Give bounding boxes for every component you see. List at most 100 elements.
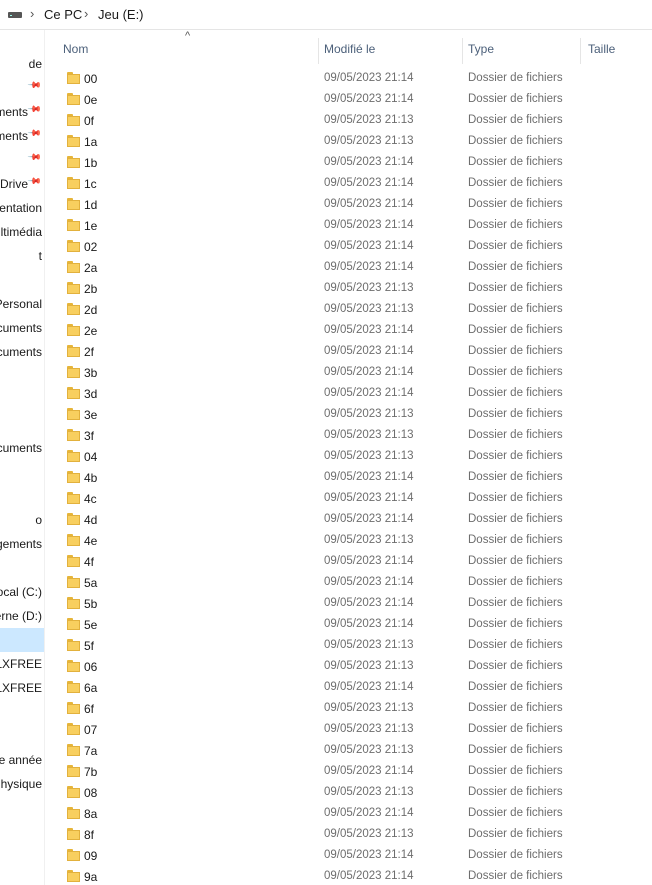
file-row[interactable]: 1d 09/05/2023 21:14 Dossier de fichiers <box>45 194 652 215</box>
nav-item[interactable] <box>0 484 44 508</box>
file-row[interactable]: 9a 09/05/2023 21:14 Dossier de fichiers <box>45 866 652 885</box>
file-row[interactable]: 7a 09/05/2023 21:13 Dossier de fichiers <box>45 740 652 761</box>
column-divider[interactable] <box>580 38 581 64</box>
nav-item[interactable]: Documents <box>0 436 44 460</box>
column-header-type[interactable]: Type <box>468 42 494 56</box>
column-divider[interactable] <box>462 38 463 64</box>
file-row[interactable]: 06 09/05/2023 21:13 Dossier de fichiers <box>45 656 652 677</box>
nav-item[interactable] <box>0 268 44 292</box>
file-name: 3b <box>84 366 98 380</box>
column-header-modified[interactable]: Modifié le <box>324 42 375 56</box>
file-row[interactable]: 3e 09/05/2023 21:13 Dossier de fichiers <box>45 404 652 425</box>
file-row[interactable]: 2e 09/05/2023 21:14 Dossier de fichiers <box>45 320 652 341</box>
file-modified-date: 09/05/2023 21:14 <box>324 618 414 630</box>
file-row[interactable]: 0e 09/05/2023 21:14 Dossier de fichiers <box>45 89 652 110</box>
file-row[interactable]: 1e 09/05/2023 21:14 Dossier de fichiers <box>45 215 652 236</box>
file-row[interactable]: 00 09/05/2023 21:14 Dossier de fichiers <box>45 68 652 89</box>
file-row[interactable]: 0f 09/05/2023 21:13 Dossier de fichiers <box>45 110 652 131</box>
pin-icon[interactable]: 📌 <box>27 78 42 94</box>
nav-item[interactable]: Documents <box>0 316 44 340</box>
file-row[interactable]: 2b 09/05/2023 21:13 Dossier de fichiers <box>45 278 652 299</box>
file-row[interactable]: 8f 09/05/2023 21:13 Dossier de fichiers <box>45 824 652 845</box>
nav-item[interactable]: 📌 <box>0 148 44 172</box>
file-row[interactable]: 5b 09/05/2023 21:14 Dossier de fichiers <box>45 593 652 614</box>
chevron-right-icon[interactable]: › <box>84 6 88 21</box>
nav-item[interactable]: 📌 <box>0 76 44 100</box>
file-row[interactable]: 4e 09/05/2023 21:13 Dossier de fichiers <box>45 530 652 551</box>
file-row[interactable]: 3b 09/05/2023 21:14 Dossier de fichiers <box>45 362 652 383</box>
pin-icon[interactable]: 📌 <box>27 174 42 190</box>
file-row[interactable]: 3f 09/05/2023 21:13 Dossier de fichiers <box>45 425 652 446</box>
file-modified-date: 09/05/2023 21:14 <box>324 471 414 483</box>
nav-item[interactable] <box>0 556 44 580</box>
file-row[interactable]: 4b 09/05/2023 21:14 Dossier de fichiers <box>45 467 652 488</box>
file-row[interactable]: 07 09/05/2023 21:13 Dossier de fichiers <box>45 719 652 740</box>
chevron-right-icon[interactable]: › <box>30 6 34 21</box>
nav-item[interactable]: Projet de expérimentation <box>0 196 44 220</box>
nav-item[interactable] <box>0 412 44 436</box>
file-name: 4d <box>84 513 98 527</box>
nav-item-label: t <box>38 249 42 263</box>
nav-item[interactable]: Téléchargements <box>0 532 44 556</box>
file-name: 4e <box>84 534 98 548</box>
nav-item[interactable] <box>0 724 44 748</box>
nav-item[interactable] <box>0 388 44 412</box>
file-row[interactable]: 4d 09/05/2023 21:14 Dossier de fichiers <box>45 509 652 530</box>
pin-icon[interactable]: 📌 <box>27 126 42 142</box>
file-row[interactable]: 4c 09/05/2023 21:14 Dossier de fichiers <box>45 488 652 509</box>
file-row[interactable]: 2d 09/05/2023 21:13 Dossier de fichiers <box>45 299 652 320</box>
pin-icon[interactable]: 📌 <box>27 150 42 166</box>
file-row[interactable]: 1c 09/05/2023 21:14 Dossier de fichiers <box>45 173 652 194</box>
nav-item[interactable] <box>0 628 44 652</box>
file-row[interactable]: 5e 09/05/2023 21:14 Dossier de fichiers <box>45 614 652 635</box>
folder-icon <box>67 198 80 210</box>
file-row[interactable]: 2a 09/05/2023 21:14 Dossier de fichiers <box>45 257 652 278</box>
nav-item[interactable]: o <box>0 508 44 532</box>
column-divider[interactable] <box>318 38 319 64</box>
file-row[interactable]: 5f 09/05/2023 21:13 Dossier de fichiers <box>45 635 652 656</box>
breadcrumb-this-pc[interactable]: Ce PC <box>44 7 82 22</box>
nav-item[interactable] <box>0 700 44 724</box>
column-header-size[interactable]: Taille <box>588 42 615 56</box>
file-row[interactable]: 5a 09/05/2023 21:14 Dossier de fichiers <box>45 572 652 593</box>
nav-item[interactable]: CULXFREE <box>0 652 44 676</box>
nav-item[interactable]: OneDrive📌 <box>0 172 44 196</box>
file-row[interactable]: 09 09/05/2023 21:14 Dossier de fichiers <box>45 845 652 866</box>
nav-item[interactable]: Projet de multimédia <box>0 220 44 244</box>
breadcrumb-drive[interactable]: Jeu (E:) <box>98 7 144 22</box>
nav-item[interactable]: Documents📌 <box>0 124 44 148</box>
file-row[interactable]: 1b 09/05/2023 21:14 Dossier de fichiers <box>45 152 652 173</box>
column-header-name[interactable]: Nom <box>63 42 88 56</box>
file-name: 5e <box>84 618 98 632</box>
file-row[interactable]: 02 09/05/2023 21:14 Dossier de fichiers <box>45 236 652 257</box>
file-type: Dossier de fichiers <box>468 450 563 462</box>
nav-item-label: Projet de expérimentation <box>0 201 42 215</box>
file-modified-date: 09/05/2023 21:13 <box>324 135 414 147</box>
nav-item[interactable]: Documents <box>0 340 44 364</box>
pin-icon[interactable]: 📌 <box>27 102 42 118</box>
file-row[interactable]: 6a 09/05/2023 21:14 Dossier de fichiers <box>45 677 652 698</box>
nav-item[interactable]: de <box>0 52 44 76</box>
nav-item[interactable] <box>0 364 44 388</box>
file-row[interactable]: 4f 09/05/2023 21:14 Dossier de fichiers <box>45 551 652 572</box>
nav-item[interactable] <box>0 460 44 484</box>
nav-item[interactable]: Disque externe (D:) <box>0 604 44 628</box>
nav-item[interactable]: Disque local (C:) <box>0 580 44 604</box>
file-row[interactable]: 8a 09/05/2023 21:14 Dossier de fichiers <box>45 803 652 824</box>
file-modified-date: 09/05/2023 21:14 <box>324 219 414 231</box>
nav-item[interactable]: chargements📌 <box>0 100 44 124</box>
file-row[interactable]: 3d 09/05/2023 21:14 Dossier de fichiers <box>45 383 652 404</box>
file-row[interactable]: 2f 09/05/2023 21:14 Dossier de fichiers <box>45 341 652 362</box>
file-row[interactable]: 6f 09/05/2023 21:13 Dossier de fichiers <box>45 698 652 719</box>
nav-item[interactable]: Physique <box>0 772 44 796</box>
folder-icon <box>67 660 80 672</box>
nav-item[interactable]: t <box>0 244 44 268</box>
nav-item[interactable]: CULXFREE <box>0 676 44 700</box>
nav-item[interactable]: OneDrive - Personal <box>0 292 44 316</box>
file-row[interactable]: 7b 09/05/2023 21:14 Dossier de fichiers <box>45 761 652 782</box>
nav-item[interactable]: me année <box>0 748 44 772</box>
address-bar[interactable]: › Ce PC › Jeu (E:) <box>0 0 652 30</box>
file-row[interactable]: 04 09/05/2023 21:13 Dossier de fichiers <box>45 446 652 467</box>
file-row[interactable]: 08 09/05/2023 21:13 Dossier de fichiers <box>45 782 652 803</box>
file-row[interactable]: 1a 09/05/2023 21:13 Dossier de fichiers <box>45 131 652 152</box>
